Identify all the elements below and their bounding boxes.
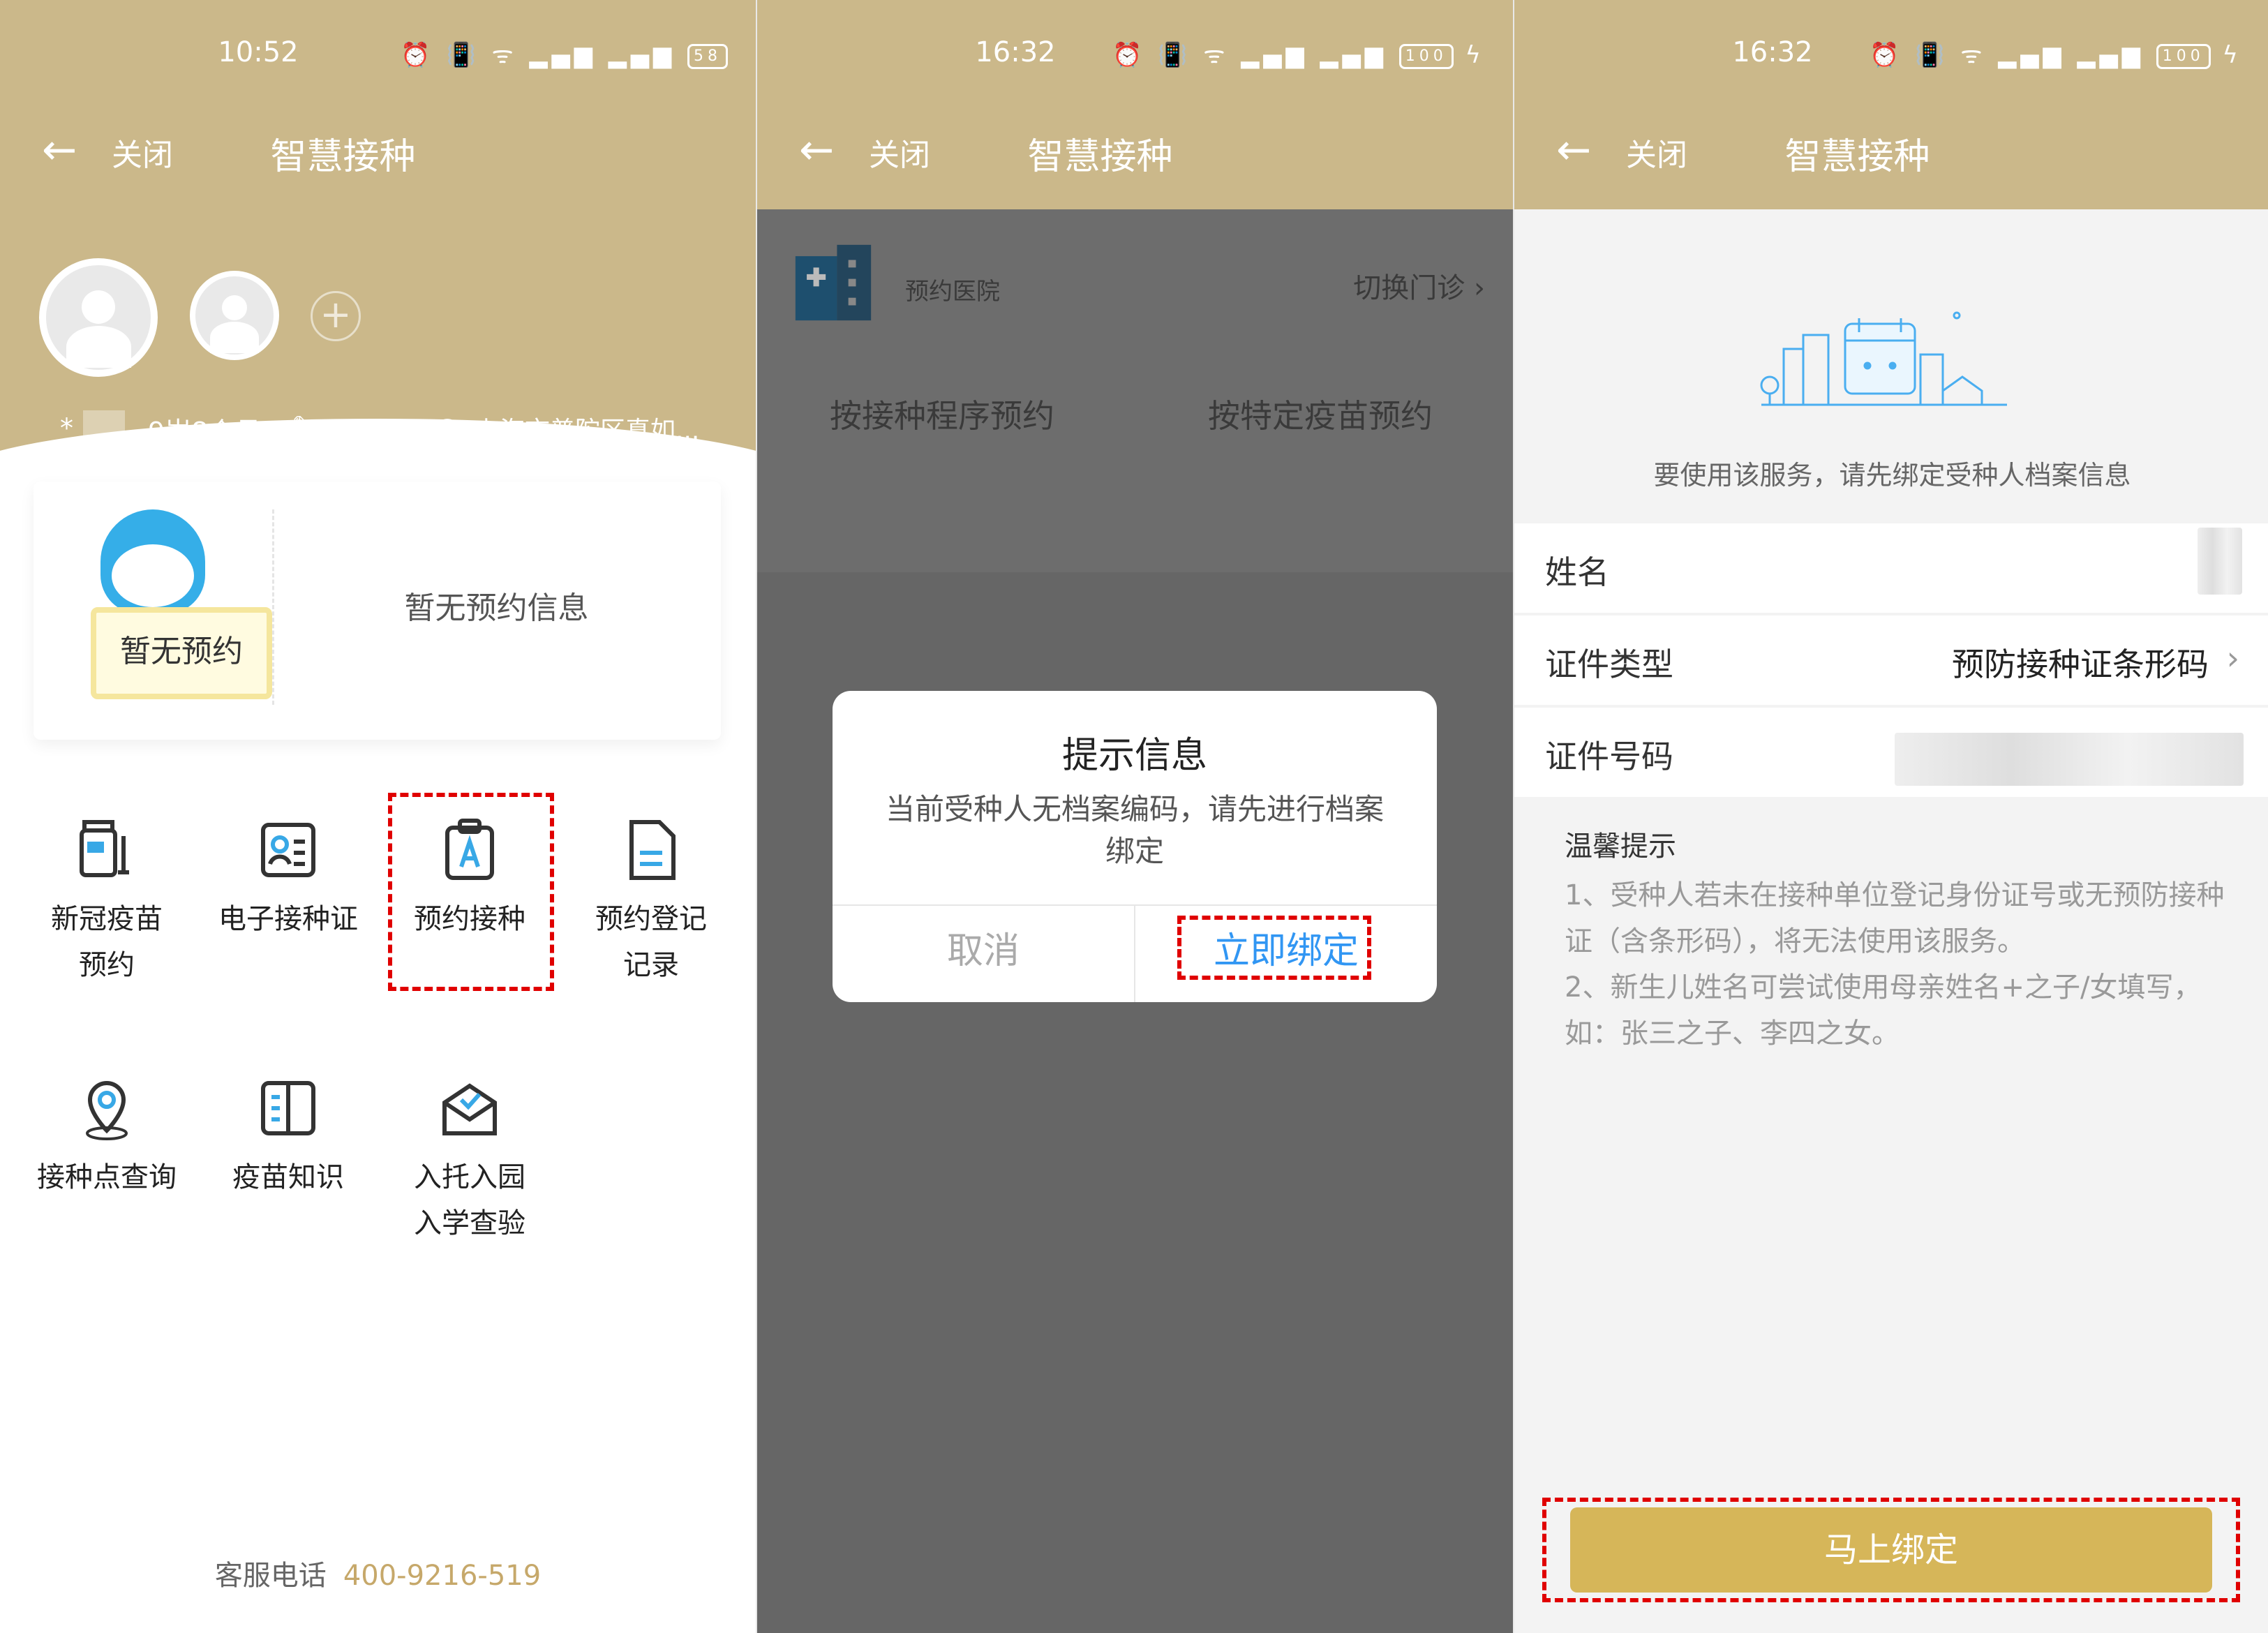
- page-title: 智慧接种: [270, 136, 416, 178]
- grid-vaccine-knowledge[interactable]: 疫苗知识: [208, 1075, 368, 1200]
- tips-section: 温馨提示 1、受种人若未在接种单位登记身份证号或无预防接种证（含条形码），将无法…: [1565, 823, 2235, 1057]
- avatar-primary[interactable]: [39, 258, 158, 377]
- document-icon: [629, 820, 676, 880]
- envelope-check-icon: [442, 1083, 497, 1135]
- mascot-illustration: 暂无预约: [61, 509, 272, 699]
- app-bar: ← 关闭 智慧接种: [1514, 98, 2268, 209]
- calendar-building-illustration: [1760, 311, 2007, 406]
- cancel-button[interactable]: 取消: [833, 921, 1134, 974]
- chevron-right-icon: ›: [2226, 639, 2239, 677]
- prompt-dialog: 提示信息 当前受种人无档案编码，请先进行档案绑定 取消 立即绑定: [833, 691, 1437, 1002]
- tab-by-schedule[interactable]: 按接种程序预约: [830, 391, 1054, 437]
- status-bar: 16:32 ⏰ 📳 ᯤ ▂▄▆ ▂▄▆ 100 ϟ: [757, 0, 1513, 112]
- hospital-building-icon: [795, 244, 872, 321]
- hotline-label: 客服电话: [214, 1560, 327, 1592]
- page-title: 智慧接种: [1784, 136, 1930, 178]
- dialog-message: 当前受种人无档案编码，请先进行档案绑定: [885, 792, 1384, 868]
- hospital-label: 预约医院: [905, 278, 1000, 306]
- highlight-box: [1542, 1498, 2240, 1602]
- doc-number-label: 证件号码: [1545, 738, 1673, 775]
- screen-dialog: 16:32 ⏰ 📳 ᯤ ▂▄▆ ▂▄▆ 100 ϟ ← 关闭 智慧接种 预约医院…: [757, 0, 1513, 1633]
- location-pin-icon: [86, 1081, 128, 1140]
- screen-bind-form: 16:32 ⏰ 📳 ᯤ ▂▄▆ ▂▄▆ 100 ϟ ← 关闭 智慧接种 要使用该…: [1514, 0, 2268, 1633]
- switch-clinic-link[interactable]: 切换门诊 ›: [1353, 265, 1485, 306]
- doc-type-label: 证件类型: [1545, 646, 1673, 683]
- hotline-number[interactable]: 400-9216-519: [343, 1560, 541, 1592]
- status-bar: 10:52 ⏰ 📳 ᯤ ▂▄▆ ▂▄▆ 58: [0, 0, 756, 112]
- avatar-body: [66, 326, 131, 368]
- form-row-name: 姓名: [1514, 523, 2268, 613]
- highlight-box: [1177, 916, 1371, 980]
- doc-type-value: 预防接种证条形码: [1952, 646, 2209, 683]
- status-icons: ⏰ 📳 ᯤ ▂▄▆ ▂▄▆ 58: [401, 38, 728, 70]
- id-card-icon: [261, 823, 315, 877]
- status-icons: ⏰ 📳 ᯤ ▂▄▆ ▂▄▆ 100 ϟ: [1870, 41, 2242, 69]
- no-appointment-message: 暂无预约信息: [404, 590, 589, 626]
- bind-notice-text: 要使用该服务，请先绑定受种人档案信息: [1653, 460, 2131, 491]
- grid-booking-records[interactable]: 预约登记 记录: [571, 816, 731, 988]
- status-icons: ⏰ 📳 ᯤ ▂▄▆ ▂▄▆ 100 ϟ: [1112, 41, 1485, 69]
- app-bar: ← 关闭 智慧接种: [0, 98, 756, 209]
- grid-label: 电子接种证: [218, 903, 358, 935]
- no-appointment-badge: 暂无预约: [91, 607, 272, 699]
- tab-by-vaccine[interactable]: 按特定疫苗预约: [1208, 391, 1433, 437]
- grid-label: 新冠疫苗 预约: [51, 903, 163, 981]
- dialog-title: 提示信息: [1061, 735, 1207, 777]
- vaccine-bottle-icon: [80, 820, 129, 877]
- name-label: 姓名: [1545, 553, 1609, 591]
- book-icon: [261, 1081, 315, 1135]
- grid-site-search[interactable]: 接种点查询: [27, 1075, 187, 1200]
- chevron-right-icon: ›: [1474, 272, 1485, 304]
- grid-label: 入托入园 入学查验: [414, 1161, 525, 1239]
- avatar-body: [210, 321, 259, 353]
- doc-number-input[interactable]: [1895, 733, 2244, 786]
- battery-icon: 58: [687, 43, 728, 69]
- form-row-doc-number: 证件号码: [1514, 708, 2268, 797]
- name-input[interactable]: [2198, 528, 2242, 595]
- screen-home: 10:52 ⏰ 📳 ᯤ ▂▄▆ ▂▄▆ 58 ← 关闭 智慧接种 + * 9岁8…: [0, 0, 756, 1633]
- appointment-card: 暂无预约 暂无预约信息: [33, 482, 721, 740]
- mascot-face: [112, 544, 194, 607]
- grid-label: 预约登记 记录: [595, 903, 707, 981]
- add-person-icon[interactable]: +: [311, 291, 361, 341]
- bind-notice: 要使用该服务，请先绑定受种人档案信息: [1514, 209, 2268, 523]
- edit-icon[interactable]: ✎: [292, 410, 314, 441]
- avatar-secondary[interactable]: [190, 271, 279, 360]
- battery-icon: 100: [2156, 43, 2211, 69]
- tips-line-1: 1、受种人若未在接种单位登记身份证号或无预防接种证（含条形码），将无法使用该服务…: [1565, 879, 2225, 957]
- name-blur: [83, 410, 125, 449]
- location-icon: ⦿: [434, 417, 461, 447]
- form-row-doc-type[interactable]: 证件类型 预防接种证条形码 ›: [1514, 616, 2268, 705]
- app-bar: ← 关闭 智慧接种: [757, 98, 1513, 209]
- battery-icon: 100: [1398, 43, 1454, 69]
- customer-hotline: 客服电话 400-9216-519: [0, 1553, 756, 1593]
- tips-title: 温馨提示: [1565, 830, 1676, 863]
- user-location[interactable]: 上海市普陀区真如...: [475, 410, 699, 447]
- grid-label: 接种点查询: [37, 1161, 177, 1193]
- grid-e-certificate[interactable]: 电子接种证: [208, 816, 368, 942]
- avatar-head: [82, 290, 115, 324]
- user-name: *: [60, 410, 125, 449]
- status-bar: 16:32 ⏰ 📳 ᯤ ▂▄▆ ▂▄▆ 100 ϟ: [1514, 0, 2268, 112]
- switch-clinic-label: 切换门诊: [1353, 272, 1465, 304]
- grid-school-check[interactable]: 入托入园 入学查验: [389, 1075, 550, 1246]
- highlight-box: [388, 793, 554, 991]
- avatar-head: [222, 294, 247, 320]
- grid-label: 疫苗知识: [232, 1161, 344, 1193]
- name-prefix: *: [60, 412, 73, 444]
- tips-line-2: 2、新生儿姓名可尝试使用母亲姓名+之子/女填写，如：张三之子、李四之女。: [1565, 971, 2202, 1050]
- user-age: 9岁8个月: [148, 417, 262, 447]
- hospital-section: 预约医院 切换门诊 › 按接种程序预约 按特定疫苗预约: [757, 209, 1513, 572]
- grid-covid-vaccine[interactable]: 新冠疫苗 预约: [27, 816, 187, 988]
- page-title: 智慧接种: [1027, 136, 1173, 178]
